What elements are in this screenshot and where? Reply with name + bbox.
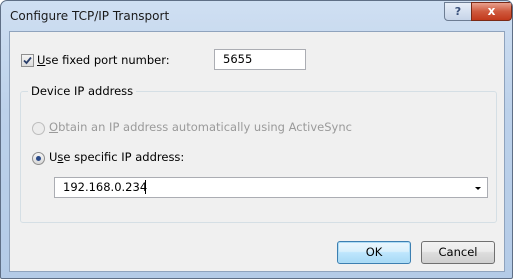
device-ip-group-title: Device IP address <box>28 84 137 98</box>
close-button[interactable]: x <box>471 2 512 21</box>
auto-ip-label-text: btain an IP address automatically using … <box>58 120 352 134</box>
checkmark-icon <box>23 56 32 65</box>
radio-selected-dot <box>36 156 41 161</box>
title-bar[interactable]: Configure TCP/IP Transport ? x <box>1 1 512 30</box>
dropdown-arrow-icon[interactable] <box>470 179 486 196</box>
port-number-input[interactable]: 5655 <box>214 49 306 70</box>
specific-ip-label[interactable]: Use specific IP address: <box>49 150 184 164</box>
help-button[interactable]: ? <box>444 2 472 21</box>
ip-address-combobox[interactable]: 192.168.0.234 <box>54 177 488 198</box>
ip-address-value: 192.168.0.234 <box>63 180 148 194</box>
fixed-port-label-text: se fixed port number: <box>45 53 170 67</box>
dialog-client-area: Use fixed port number: 5655 Device IP ad… <box>9 31 505 272</box>
auto-ip-label-mnemonic: O <box>49 120 59 134</box>
fixed-port-label[interactable]: Use fixed port number: <box>37 53 170 67</box>
text-caret <box>145 180 146 194</box>
help-icon: ? <box>454 5 462 18</box>
configure-tcpip-dialog: Configure TCP/IP Transport ? x Use fixed… <box>0 0 513 279</box>
specific-ip-label-text: e specific IP address: <box>63 150 185 164</box>
close-icon: x <box>487 4 496 18</box>
specific-ip-radio[interactable] <box>32 152 45 165</box>
window-title: Configure TCP/IP Transport <box>10 9 170 23</box>
ok-button[interactable]: OK <box>337 241 411 264</box>
fixed-port-checkbox[interactable] <box>21 54 34 67</box>
cancel-button[interactable]: Cancel <box>421 241 495 264</box>
auto-ip-label[interactable]: Obtain an IP address automatically using… <box>49 120 352 134</box>
auto-ip-radio[interactable] <box>32 122 45 135</box>
port-number-value: 5655 <box>223 52 253 66</box>
